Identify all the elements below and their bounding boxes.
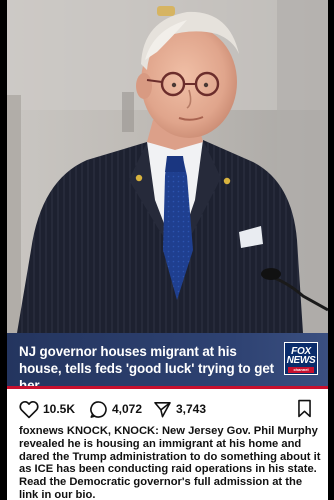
post-card: NJ governor houses migrant at his house,… [7, 0, 328, 500]
comment-count: 4,072 [112, 402, 143, 416]
action-bar: 10.5K 4,072 3,743 [7, 397, 328, 421]
headline-banner: NJ governor houses migrant at his house,… [7, 333, 328, 393]
share-button[interactable]: 3,743 [153, 398, 206, 420]
comment-bubble-icon [89, 400, 108, 419]
share-count: 3,743 [176, 402, 207, 416]
paper-plane-icon [153, 400, 172, 419]
bookmark-icon [296, 399, 313, 422]
save-button[interactable] [296, 399, 313, 423]
heart-icon [19, 400, 39, 419]
post-photo[interactable] [7, 0, 328, 333]
caption-username[interactable]: foxnews [19, 425, 64, 437]
post-caption: foxnews KNOCK, KNOCK: New Jersey Gov. Ph… [19, 425, 321, 500]
caption-text: KNOCK, KNOCK: New Jersey Gov. Phil Murph… [19, 425, 321, 500]
like-button[interactable]: 10.5K [19, 398, 75, 420]
headline-accent-strip [7, 386, 328, 389]
fox-news-logo: FOX NEWS channel [284, 342, 318, 375]
like-count: 10.5K [43, 402, 76, 416]
comment-button[interactable]: 4,072 [89, 398, 142, 420]
